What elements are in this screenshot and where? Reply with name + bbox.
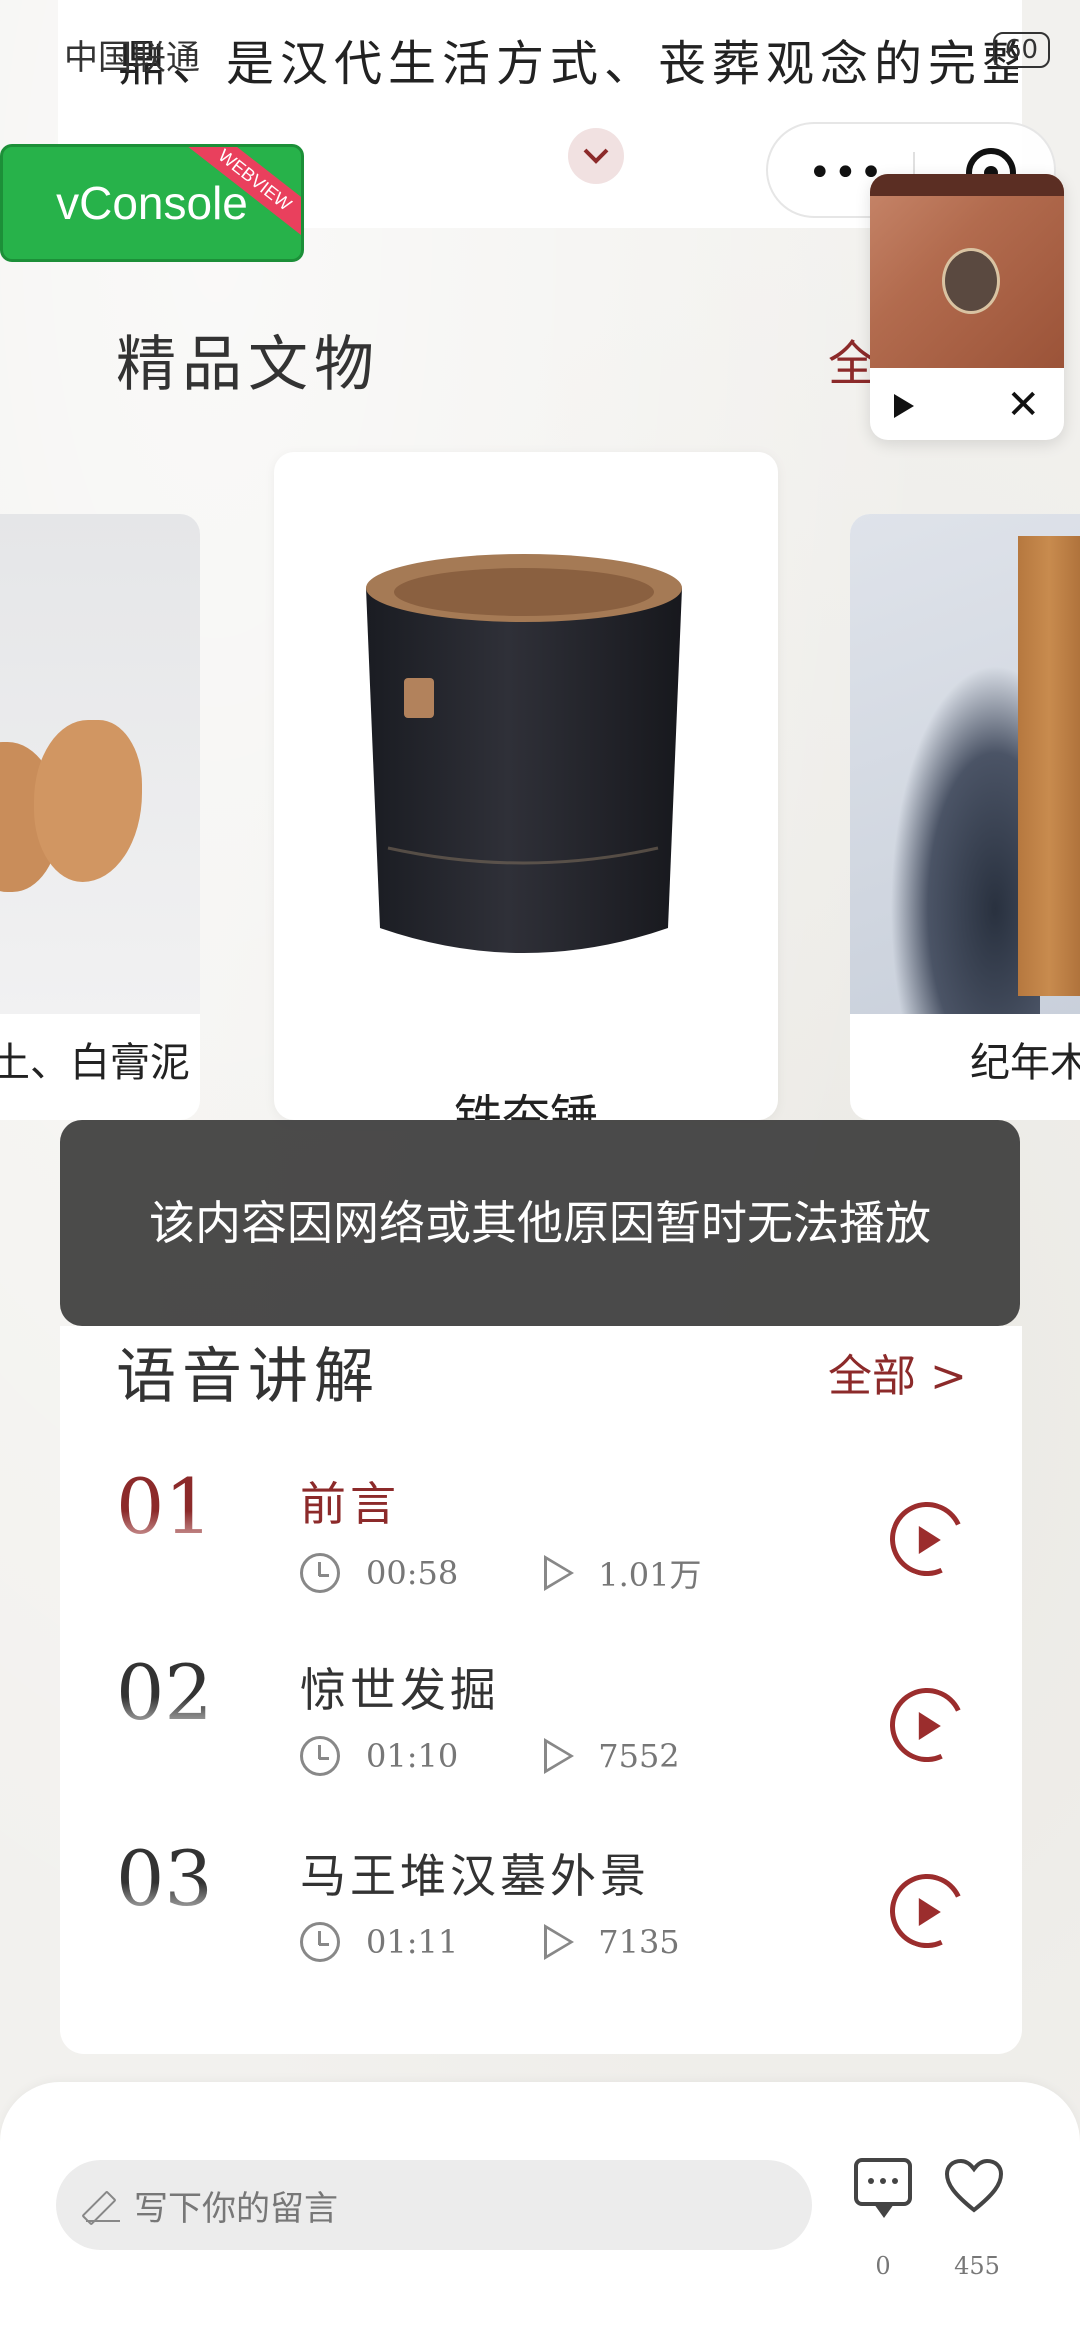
error-toast: 该内容因网络或其他原因暂时无法播放 xyxy=(60,1120,1020,1326)
relic-name: 土、白膏泥 xyxy=(0,1040,190,1086)
chat-dot xyxy=(868,2178,874,2184)
comment-placeholder: 写下你的留言 xyxy=(134,2188,338,2229)
status-right: 60 xyxy=(992,32,1050,68)
vconsole-label: vConsole xyxy=(56,177,248,229)
mini-player-thumbnail xyxy=(870,174,1064,368)
audio-item-meta: 01:10 7552 xyxy=(300,1736,680,1776)
audio-item-duration: 01:10 xyxy=(366,1737,459,1775)
audio-list-item[interactable]: 03 马王堆汉墓外景 01:11 7135 xyxy=(60,1834,1022,2014)
chat-dot xyxy=(892,2178,898,2184)
relic-card-center[interactable]: 铁夯锤 xyxy=(274,452,778,1120)
relic-name: 纪年木 xyxy=(970,1040,1080,1086)
relic-name: 铁夯锤 xyxy=(453,1090,598,1120)
relic-lump xyxy=(34,720,142,882)
relic-image xyxy=(850,514,1080,1014)
comment-icon xyxy=(854,2158,912,2218)
mini-player-controls: ✕ xyxy=(870,368,1064,440)
comments-button[interactable]: 0 xyxy=(850,2158,916,2280)
play-icon xyxy=(918,1898,941,1927)
audio-item-title: 前言 xyxy=(300,1477,400,1531)
relics-section-title: 精品文物 xyxy=(116,330,380,400)
audio-item-number: 02 xyxy=(116,1648,213,1737)
chat-dot xyxy=(880,2178,886,2184)
relic-card-left[interactable]: 土、白膏泥 xyxy=(0,514,200,1120)
relic-card-right[interactable]: 纪年木 xyxy=(850,514,1080,1120)
audio-item-duration: 00:58 xyxy=(366,1554,459,1592)
audio-item-title: 马王堆汉墓外景 xyxy=(300,1849,650,1903)
audio-play-button[interactable] xyxy=(879,1677,975,1773)
audio-item-plays: 7135 xyxy=(598,1923,680,1961)
close-icon[interactable]: ✕ xyxy=(1006,382,1040,428)
audio-more-link[interactable]: 全部 > xyxy=(828,1340,967,1404)
comment-count: 0 xyxy=(875,2252,891,2280)
carrier-label: 中国联通 xyxy=(64,38,200,78)
audio-item-plays: 1.01万 xyxy=(598,1556,702,1594)
chevron-down-icon xyxy=(583,148,609,164)
floating-mini-player[interactable]: ✕ xyxy=(870,174,1064,440)
play-icon xyxy=(918,1712,941,1741)
heart-icon xyxy=(944,2158,1004,2213)
relic-slip xyxy=(1018,536,1080,996)
play-count-icon xyxy=(544,1924,575,1960)
relic-image xyxy=(366,554,682,953)
play-icon[interactable] xyxy=(894,394,914,418)
audio-item-number: 01 xyxy=(116,1462,213,1551)
relics-more-link[interactable]: 全 xyxy=(828,324,876,394)
battery-indicator: 60 xyxy=(992,32,1050,68)
like-count: 455 xyxy=(954,2252,1000,2280)
relic-image xyxy=(0,514,200,1014)
clock-icon xyxy=(300,1922,340,1962)
thumb-seal xyxy=(942,248,1000,314)
play-count-icon xyxy=(544,1738,575,1774)
audio-section-title: 语音讲解 xyxy=(116,1342,380,1412)
audio-play-button[interactable] xyxy=(879,1491,975,1587)
comment-input[interactable]: 写下你的留言 xyxy=(56,2160,812,2250)
battery-level: 60 xyxy=(1004,35,1038,65)
audio-list-item[interactable]: 01 前言 00:58 1.01万 xyxy=(60,1462,1022,1642)
thumb-band xyxy=(870,174,1064,196)
audio-item-meta: 01:11 7135 xyxy=(300,1922,680,1962)
audio-item-meta: 00:58 1.01万 xyxy=(300,1550,701,1596)
like-button[interactable]: 455 xyxy=(944,2158,1010,2280)
vconsole-button[interactable]: vConsole WEBVIEW xyxy=(0,144,304,262)
intro-text: 鼎、是汉代生活方式、丧葬观念的完整 xyxy=(118,36,1018,92)
play-icon xyxy=(918,1526,941,1555)
audio-item-title: 惊世发掘 xyxy=(300,1663,500,1717)
play-count-icon xyxy=(544,1555,575,1591)
audio-play-button[interactable] xyxy=(879,1863,975,1959)
audio-guide-panel: 语音讲解 全部 > 01 前言 00:58 1.01万 02 惊世发掘 01:1… xyxy=(60,1326,1022,2054)
audio-item-number: 03 xyxy=(116,1834,213,1923)
audio-item-plays: 7552 xyxy=(598,1737,680,1775)
expand-button[interactable] xyxy=(568,128,624,184)
audio-item-duration: 01:11 xyxy=(366,1923,459,1961)
clock-icon xyxy=(300,1736,340,1776)
pencil-icon xyxy=(86,2188,120,2222)
toast-message: 该内容因网络或其他原因暂时无法播放 xyxy=(149,1196,931,1250)
clock-icon xyxy=(300,1553,340,1593)
audio-list-item[interactable]: 02 惊世发掘 01:10 7552 xyxy=(60,1648,1022,1828)
bottom-action-bar: 写下你的留言 0 455 xyxy=(0,2082,1080,2340)
